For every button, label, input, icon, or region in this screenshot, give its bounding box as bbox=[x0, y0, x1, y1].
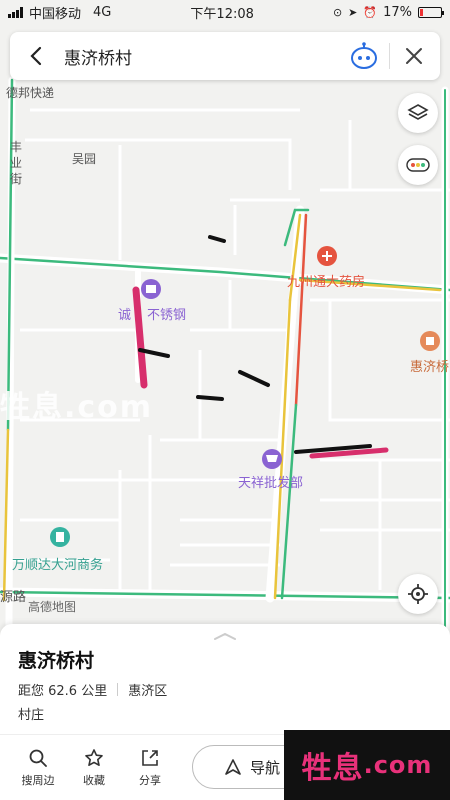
place-category: 村庄 bbox=[18, 708, 45, 723]
crosshair-icon bbox=[408, 584, 428, 604]
watermark-text-b: .com bbox=[363, 751, 433, 779]
shop-pin-icon[interactable] bbox=[141, 279, 161, 299]
poi-label-wanshunda[interactable]: 万顺达大河商务 bbox=[12, 554, 103, 573]
network-label: 4G bbox=[93, 4, 112, 20]
clock: 下午12:08 bbox=[190, 6, 254, 22]
layers-icon bbox=[407, 104, 429, 120]
sheet-handle-icon[interactable] bbox=[213, 632, 237, 640]
search-bar[interactable]: 惠济桥村 bbox=[10, 32, 440, 80]
traffic-button[interactable] bbox=[398, 145, 438, 185]
search-nearby-button[interactable]: 搜周边 bbox=[14, 748, 62, 788]
landmark-pin-icon[interactable] bbox=[420, 331, 440, 351]
cart-pin-icon[interactable] bbox=[262, 449, 282, 469]
navigate-label: 导航 bbox=[249, 758, 280, 777]
assistant-robot-icon bbox=[351, 42, 377, 69]
battery-percent: 17% bbox=[383, 4, 412, 20]
carrier-label: 中国移动 bbox=[29, 6, 82, 22]
road-label-jie: 街 bbox=[10, 172, 23, 186]
road-label-feng: 丰 bbox=[10, 140, 23, 154]
place-title: 惠济桥村 bbox=[18, 650, 95, 672]
layers-button[interactable] bbox=[398, 93, 438, 133]
battery-fill bbox=[419, 8, 423, 16]
place-distance: 距您 62.6 公里 bbox=[18, 684, 108, 699]
search-icon bbox=[29, 749, 47, 767]
chevron-left-icon bbox=[30, 46, 42, 66]
poi-label-tianxiang[interactable]: 天祥批发部 bbox=[238, 472, 303, 491]
favorite-label: 收藏 bbox=[83, 774, 105, 787]
close-button[interactable] bbox=[400, 42, 428, 70]
watermark-logo: 牲息 .com bbox=[284, 730, 450, 800]
poi-label-pharmacy[interactable]: 九州通大药房 bbox=[287, 271, 365, 290]
voice-assistant-button[interactable] bbox=[347, 39, 381, 73]
alarm-icon: ⏰ bbox=[363, 5, 378, 19]
meta-separator bbox=[117, 683, 119, 696]
map-provider-label: 高德地图 bbox=[28, 600, 77, 614]
share-label: 分享 bbox=[139, 774, 161, 787]
map-watermark: 牲息.com bbox=[0, 390, 154, 425]
poi-label-stainless[interactable]: 不锈钢 bbox=[147, 304, 186, 323]
signal-icon bbox=[8, 6, 23, 18]
pharmacy-pin-icon[interactable] bbox=[317, 246, 337, 266]
road-label-yuanlu: 源路 bbox=[0, 590, 27, 605]
place-district: 惠济区 bbox=[128, 684, 168, 699]
search-nearby-label: 搜周边 bbox=[21, 774, 55, 787]
poi-label-cheng[interactable]: 诚 bbox=[118, 304, 131, 323]
area-label-wuyuan: 吴园 bbox=[72, 152, 97, 166]
location-arrow-icon: ➤ bbox=[348, 5, 358, 19]
back-button[interactable] bbox=[22, 42, 50, 70]
close-icon bbox=[406, 48, 422, 64]
search-query[interactable]: 惠济桥村 bbox=[50, 44, 347, 69]
search-divider bbox=[389, 43, 390, 69]
traffic-icon bbox=[406, 158, 430, 172]
building-pin-icon[interactable] bbox=[50, 527, 70, 547]
road-label-ye: 业 bbox=[10, 156, 23, 170]
status-bar: 中国移动 4G 下午12:08 ⊙ ➤ ⏰ 17% bbox=[0, 0, 450, 24]
battery-icon bbox=[417, 6, 444, 18]
star-icon bbox=[85, 749, 103, 766]
share-button[interactable]: 分享 bbox=[126, 748, 174, 788]
watermark-text-a: 牲息 bbox=[301, 751, 364, 786]
share-icon bbox=[142, 750, 158, 766]
poi-label-huijiqiao[interactable]: 惠济桥 bbox=[410, 356, 449, 375]
navigation-arrow-icon bbox=[225, 759, 241, 775]
place-meta: 距您 62.6 公里 惠济区 bbox=[18, 680, 167, 699]
favorite-button[interactable]: 收藏 bbox=[70, 748, 118, 788]
lock-rotation-icon: ⊙ bbox=[332, 5, 343, 19]
locate-button[interactable] bbox=[398, 574, 438, 614]
road-label-debang: 德邦快递 bbox=[6, 86, 55, 100]
